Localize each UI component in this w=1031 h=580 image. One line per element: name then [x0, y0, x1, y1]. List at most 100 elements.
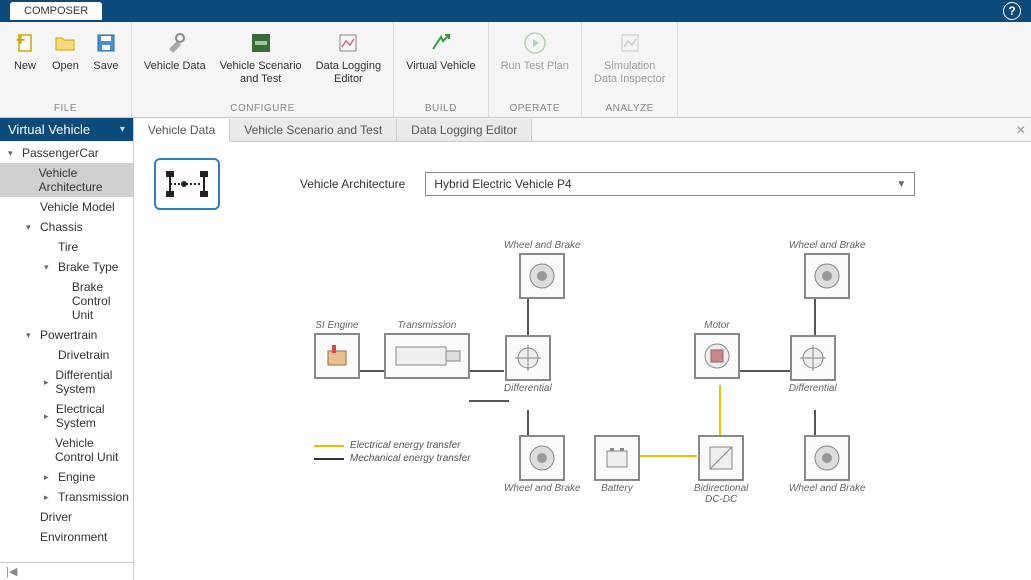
node-caption: Motor — [694, 320, 740, 331]
tree-item[interactable]: ▾ Powertrain — [0, 325, 133, 345]
content-tabs: Vehicle Data Vehicle Scenario and Test D… — [134, 118, 1031, 142]
tree-item[interactable]: ▾ PassengerCar — [0, 143, 133, 163]
wheel-brake-node[interactable] — [804, 435, 850, 481]
tab-vehicle-scenario-test[interactable]: Vehicle Scenario and Test — [230, 119, 397, 141]
open-button[interactable]: Open — [46, 26, 85, 101]
architecture-select[interactable]: Hybrid Electric Vehicle P4 ▼ — [425, 172, 915, 196]
tree-collapse-button[interactable]: |◀ — [0, 562, 133, 580]
wheel-brake-node[interactable] — [804, 253, 850, 299]
tree-item-label: Differential System — [55, 368, 129, 396]
tree-item-label: Vehicle Control Unit — [55, 436, 129, 464]
legend-swatch-mechanical — [314, 458, 344, 460]
chassis-icon — [162, 167, 212, 201]
tree-item[interactable]: Vehicle Architecture — [0, 163, 133, 197]
architecture-diagram: Wheel and Brake Wheel and Brake SI Engin… — [314, 240, 1014, 540]
tab-options-icon[interactable]: ✕ — [1016, 123, 1026, 137]
tree-item[interactable]: Tire — [0, 237, 133, 257]
tree-item-label: Drivetrain — [58, 348, 109, 362]
new-button[interactable]: + New — [6, 26, 44, 101]
tree-item[interactable]: ▾ Brake Type — [0, 257, 133, 277]
ribbon-group-label: OPERATE — [495, 101, 575, 117]
tree-item-label: Tire — [58, 240, 78, 254]
run-test-plan-button: Run Test Plan — [495, 26, 575, 101]
tree-item-label: Chassis — [40, 220, 83, 234]
content-body: Vehicle Architecture Hybrid Electric Veh… — [134, 142, 1031, 580]
tree-toggle-icon[interactable]: ▸ — [44, 377, 51, 388]
svg-text:+: + — [16, 32, 25, 49]
tree-item[interactable]: Environment — [0, 527, 133, 547]
differential-node[interactable] — [790, 335, 836, 381]
ribbon-toolbar: + New Open Save FILE — [0, 22, 1031, 118]
tree-item[interactable]: Driver — [0, 507, 133, 527]
tree-toggle-icon[interactable]: ▸ — [44, 472, 54, 483]
ribbon-group-file: + New Open Save FILE — [0, 22, 132, 117]
node-caption: SI Engine — [314, 320, 360, 331]
tree-item-label: Powertrain — [40, 328, 97, 342]
ribbon-group-label: ANALYZE — [588, 101, 672, 117]
tab-vehicle-data[interactable]: Vehicle Data — [134, 119, 230, 142]
tree-item[interactable]: ▸ Electrical System — [0, 399, 133, 433]
tree-body: ▾ PassengerCar Vehicle Architecture Vehicle… — [0, 141, 133, 562]
tree-item[interactable]: Drivetrain — [0, 345, 133, 365]
tree-item[interactable]: ▸ Differential System — [0, 365, 133, 399]
connector — [734, 370, 794, 372]
tree-item[interactable]: Brake Control Unit — [0, 277, 133, 325]
virtual-vehicle-button[interactable]: Virtual Vehicle — [400, 26, 482, 101]
help-button[interactable]: ? — [1003, 2, 1021, 20]
connector-electrical — [719, 385, 721, 435]
wheel-brake-node[interactable] — [519, 253, 565, 299]
title-bar: COMPOSER ? — [0, 0, 1031, 22]
node-caption: Wheel and Brake — [504, 240, 581, 251]
tab-data-logging-editor[interactable]: Data Logging Editor — [397, 119, 532, 141]
dcdc-node[interactable] — [698, 435, 744, 481]
legend-swatch-electrical — [314, 445, 344, 447]
tree-toggle-icon[interactable]: ▾ — [26, 330, 36, 341]
wheel-brake-node[interactable] — [519, 435, 565, 481]
scenario-icon — [248, 30, 274, 56]
tree-item-label: Driver — [40, 510, 72, 524]
tree-item-label: PassengerCar — [22, 146, 99, 160]
tree-item-label: Transmission — [58, 490, 129, 504]
ribbon-group-operate: Run Test Plan OPERATE — [489, 22, 582, 117]
tree-item-label: Engine — [58, 470, 95, 484]
differential-node[interactable] — [505, 335, 551, 381]
node-caption: Battery — [594, 483, 640, 494]
architecture-select-value: Hybrid Electric Vehicle P4 — [434, 177, 571, 191]
tree-item[interactable]: Vehicle Control Unit — [0, 433, 133, 467]
motor-node[interactable] — [694, 333, 740, 379]
node-caption: Differential — [504, 383, 552, 394]
tree-toggle-icon[interactable]: ▸ — [44, 492, 54, 503]
data-logging-editor-button[interactable]: Data Logging Editor — [310, 26, 387, 101]
vehicle-data-button[interactable]: Vehicle Data — [138, 26, 212, 101]
battery-node[interactable] — [594, 435, 640, 481]
ribbon-group-label: BUILD — [400, 101, 482, 117]
legend-label: Mechanical energy transfer — [350, 453, 471, 464]
architecture-thumbnail[interactable] — [154, 158, 220, 210]
tree-toggle-icon[interactable]: ▸ — [44, 411, 52, 422]
save-button[interactable]: Save — [87, 26, 125, 101]
tree-item[interactable]: ▸ Engine — [0, 467, 133, 487]
wrench-icon — [162, 30, 188, 56]
tree-item[interactable]: ▸ Transmission — [0, 487, 133, 507]
node-caption: Differential — [789, 383, 837, 394]
tree-toggle-icon[interactable]: ▾ — [44, 262, 54, 273]
vehicle-scenario-test-button[interactable]: Vehicle Scenario and Test — [214, 26, 308, 101]
engine-node[interactable] — [314, 333, 360, 379]
panel-options-icon[interactable]: ▾ — [120, 124, 125, 135]
tree-item-label: Brake Type — [58, 260, 118, 274]
tree-header-title: Virtual Vehicle — [8, 122, 90, 137]
tree-item[interactable]: ▾ Chassis — [0, 217, 133, 237]
transmission-node[interactable] — [384, 333, 470, 379]
tree-item[interactable]: Vehicle Model — [0, 197, 133, 217]
tree-item-label: Electrical System — [56, 402, 129, 430]
legend-label: Electrical energy transfer — [350, 440, 461, 451]
tree-toggle-icon[interactable]: ▾ — [26, 222, 36, 233]
tree-panel: Virtual Vehicle ▾ ▾ PassengerCar Vehicle A… — [0, 118, 134, 580]
save-icon — [93, 30, 119, 56]
node-caption: Wheel and Brake — [789, 483, 866, 494]
tree-toggle-icon[interactable]: ▾ — [8, 148, 18, 159]
tree-item-label: Vehicle Architecture — [39, 166, 129, 194]
build-arrow-icon — [428, 30, 454, 56]
composer-tab[interactable]: COMPOSER — [10, 2, 102, 20]
folder-open-icon — [52, 30, 78, 56]
